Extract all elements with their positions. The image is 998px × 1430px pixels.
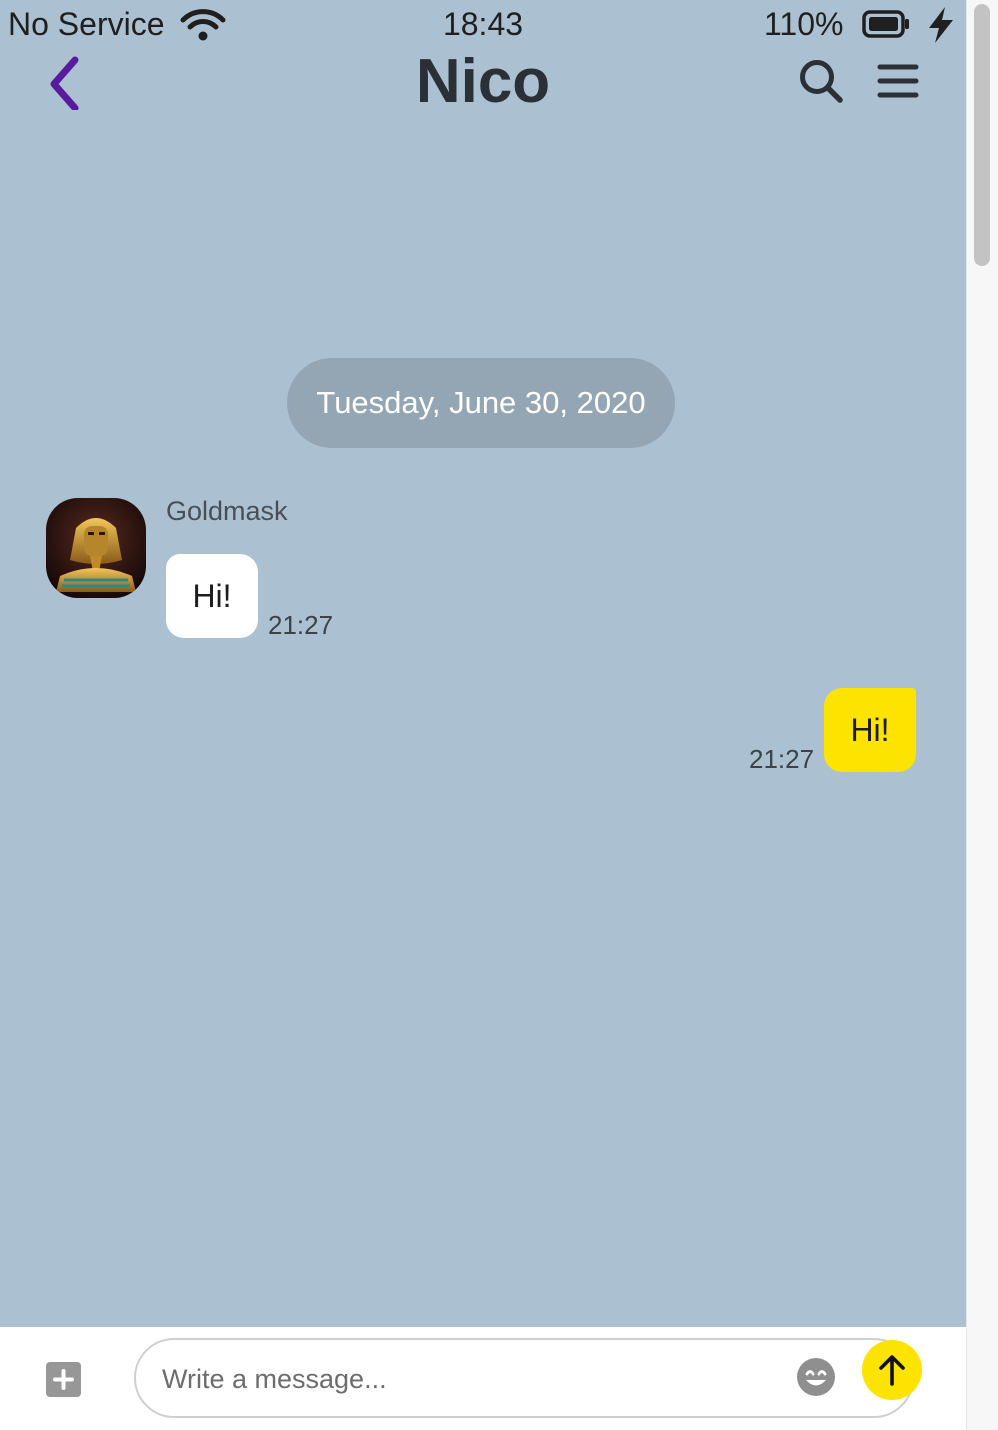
send-button[interactable] bbox=[862, 1340, 922, 1400]
message-input[interactable] bbox=[160, 1358, 784, 1400]
status-bar: No Service 18:43 110% bbox=[0, 0, 966, 50]
sender-name: Goldmask bbox=[166, 496, 288, 526]
chat-header: Nico bbox=[0, 50, 966, 120]
lightning-bolt-icon bbox=[929, 7, 953, 43]
vertical-scrollbar[interactable] bbox=[966, 0, 998, 1430]
arrow-up-icon bbox=[879, 1355, 905, 1386]
sender-avatar-image bbox=[46, 498, 146, 598]
message-composer bbox=[0, 1327, 966, 1430]
message-timestamp: 21:27 bbox=[749, 744, 815, 774]
search-icon[interactable] bbox=[796, 56, 846, 106]
smile-icon[interactable] bbox=[796, 1357, 836, 1397]
add-attachment-button[interactable] bbox=[46, 1362, 81, 1397]
outgoing-message-bubble[interactable]: Hi! bbox=[824, 688, 916, 772]
hamburger-menu-icon[interactable] bbox=[876, 60, 920, 102]
message-timestamp: 21:27 bbox=[268, 610, 334, 640]
date-divider: Tuesday, June 30, 2020 bbox=[287, 358, 675, 448]
incoming-message-bubble[interactable]: Hi! bbox=[166, 554, 258, 638]
scrollbar-thumb[interactable] bbox=[974, 4, 990, 266]
plus-square-icon bbox=[53, 1369, 74, 1390]
avatar[interactable] bbox=[46, 498, 146, 598]
battery-percent: 110% bbox=[764, 6, 844, 42]
chat-window: No Service 18:43 110% Nico Tuesday, June… bbox=[0, 0, 966, 1430]
battery-icon bbox=[862, 10, 909, 38]
